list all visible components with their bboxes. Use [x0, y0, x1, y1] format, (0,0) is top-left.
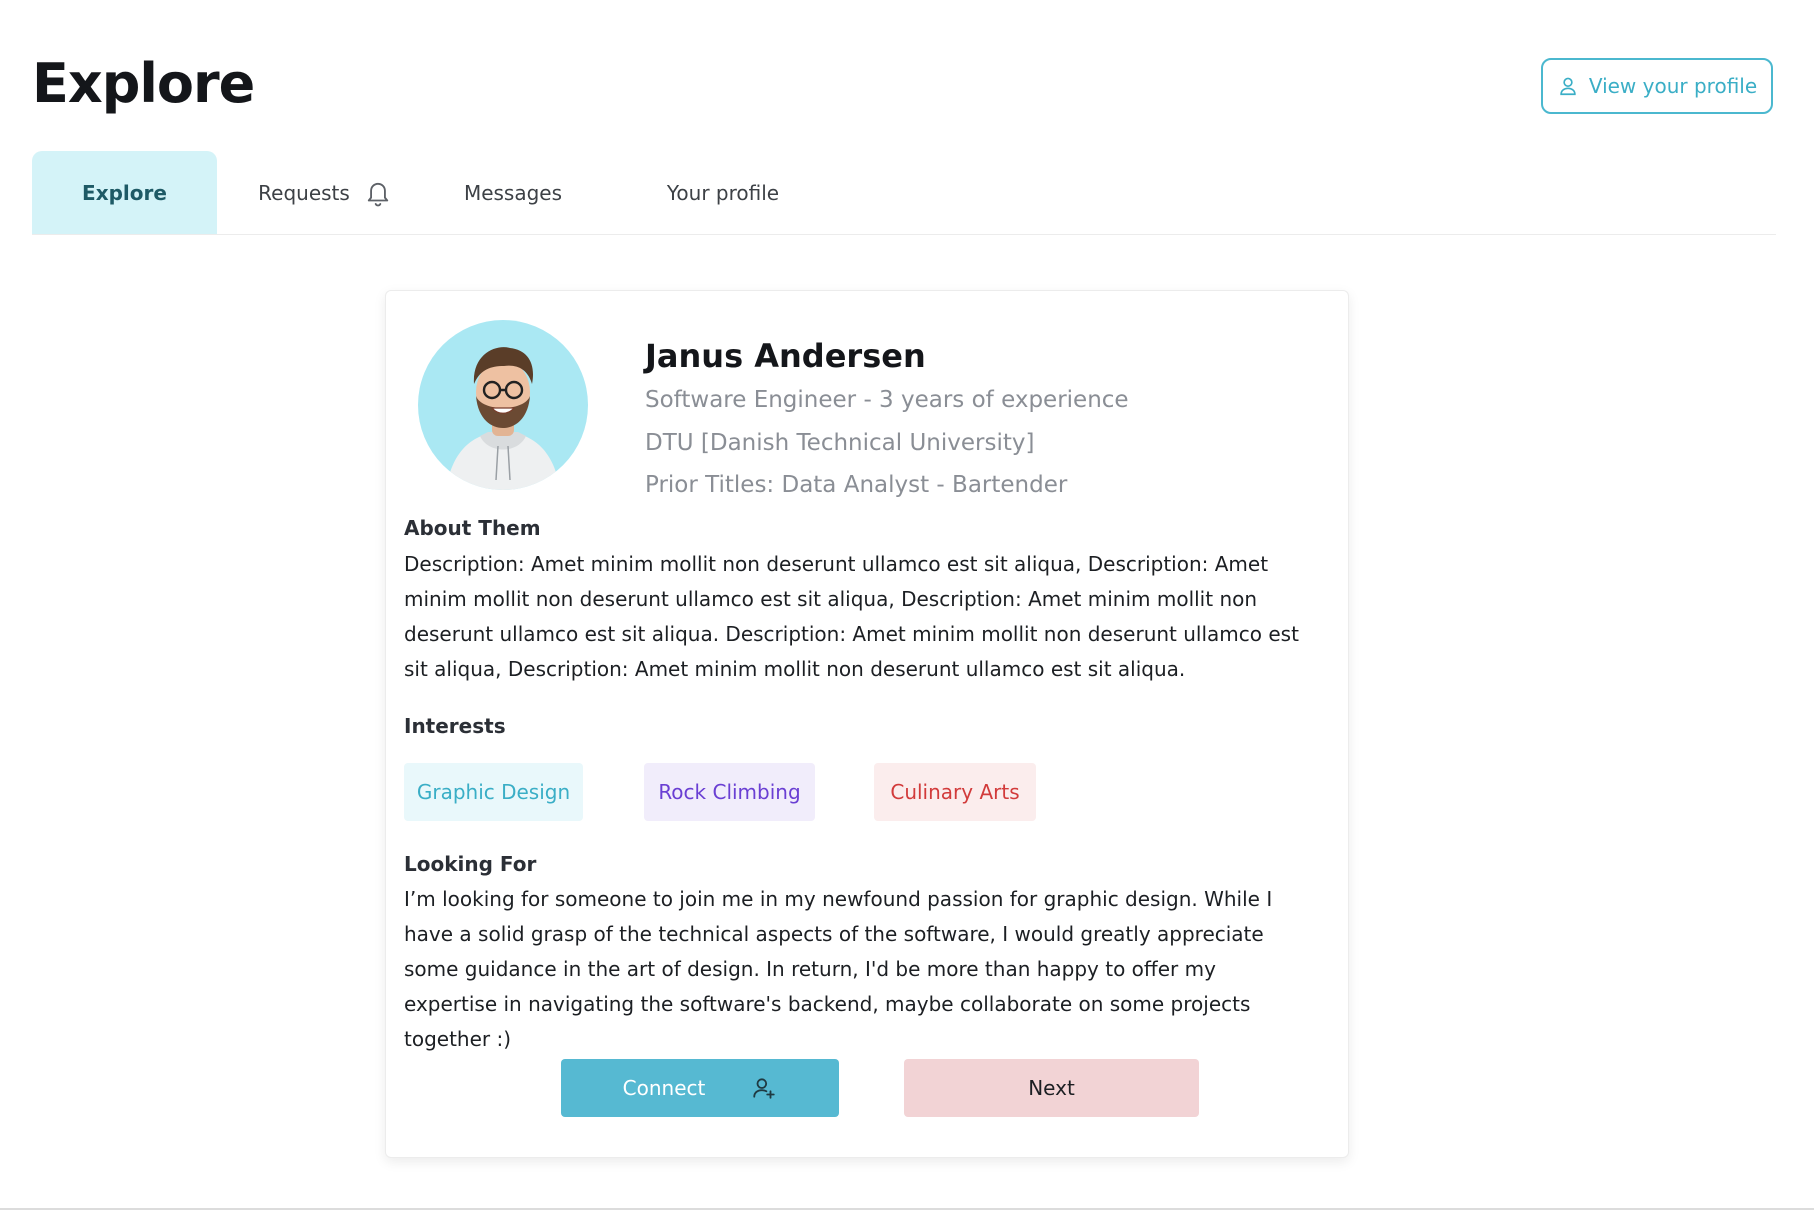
tab-requests[interactable]: Requests: [217, 151, 433, 234]
profile-name: Janus Andersen: [645, 337, 926, 375]
profile-card: Janus Andersen Software Engineer - 3 yea…: [385, 290, 1349, 1158]
connect-label: Connect: [622, 1076, 706, 1100]
interest-chip-rock-climbing: Rock Climbing: [644, 763, 815, 821]
view-your-profile-label: View your profile: [1588, 74, 1758, 98]
profile-education: DTU [Danish Technical University]: [645, 430, 1035, 456]
tab-explore-label: Explore: [82, 180, 167, 205]
interests-title: Interests: [404, 714, 506, 738]
looking-for-title: Looking For: [404, 852, 537, 876]
user-icon: [1560, 77, 1576, 96]
interest-chip-culinary-arts: Culinary Arts: [874, 763, 1036, 821]
profile-prior-titles: Prior Titles: Data Analyst - Bartender: [645, 472, 1068, 498]
tab-messages-label: Messages: [463, 180, 563, 205]
interest-chip-label: Rock Climbing: [658, 780, 801, 804]
tab-requests-label: Requests: [258, 180, 350, 205]
page-title: Explore: [32, 52, 255, 115]
bell-icon: [367, 182, 388, 206]
interest-chip-label: Graphic Design: [416, 780, 571, 804]
tab-your-profile[interactable]: Your profile: [593, 151, 853, 234]
tab-your-profile-label: Your profile: [666, 180, 780, 205]
tab-bar: Explore Requests Messages Your profile: [32, 151, 1776, 235]
tab-explore[interactable]: Explore: [32, 151, 217, 234]
connect-button[interactable]: Connect: [561, 1059, 839, 1117]
next-label: Next: [1028, 1076, 1075, 1100]
interest-chip-label: Culinary Arts: [890, 780, 1020, 804]
looking-for-text: I’m looking for someone to join me in my…: [404, 887, 1273, 1051]
avatar: [418, 320, 588, 490]
interest-chip-graphic-design: Graphic Design: [404, 763, 583, 821]
tab-messages[interactable]: Messages: [433, 151, 593, 234]
next-button[interactable]: Next: [904, 1059, 1199, 1117]
about-text: Description: Amet minim mollit non deser…: [404, 552, 1299, 681]
about-title: About Them: [404, 516, 541, 540]
profile-role: Software Engineer - 3 years of experienc…: [645, 387, 1129, 413]
view-your-profile-button[interactable]: View your profile: [1541, 58, 1773, 114]
add-user-icon: [753, 1078, 776, 1099]
